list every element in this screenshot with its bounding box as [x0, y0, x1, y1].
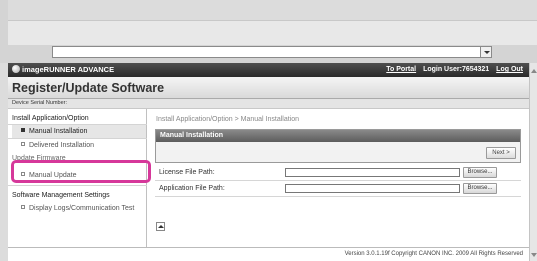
license-file-row: License File Path: Browse...: [155, 165, 521, 180]
sidebar-heading-software-management: Software Management Settings: [12, 192, 110, 199]
sidebar-heading-install: Install Application/Option: [12, 115, 89, 122]
application-browse-button[interactable]: Browse...: [463, 183, 497, 194]
brand: imageRUNNER ADVANCE: [12, 65, 114, 75]
browser-toolbar: [8, 0, 537, 20]
license-file-input[interactable]: [285, 168, 460, 177]
scroll-up-icon[interactable]: [531, 69, 537, 73]
page: imageRUNNER ADVANCE To Portal Login User…: [8, 63, 529, 261]
sidebar-item-label: Display Logs/Communication Test: [29, 205, 135, 212]
top-links: To Portal Login User:7654321 Log Out: [381, 65, 523, 75]
manual-installation-panel: Manual Installation Next >: [155, 129, 521, 163]
bullet-icon: [21, 142, 25, 146]
top-bar: imageRUNNER ADVANCE To Portal Login User…: [8, 63, 529, 77]
panel-title: Manual Installation: [156, 130, 520, 142]
left-gutter: [0, 63, 8, 261]
bullet-icon: [21, 205, 25, 209]
page-title: Register/Update Software: [12, 81, 165, 95]
serial-number-bar: Device Serial Number:: [8, 99, 529, 109]
address-bar[interactable]: [52, 46, 492, 58]
application-file-input[interactable]: [285, 184, 460, 193]
vertical-scrollbar[interactable]: [529, 63, 537, 261]
dropdown-arrow-icon[interactable]: [480, 47, 491, 57]
divider: [155, 196, 521, 197]
brand-logo-icon: [12, 65, 20, 73]
browser-tab-strip: [8, 20, 537, 45]
highlight-annotation: [11, 160, 151, 183]
to-portal-link[interactable]: To Portal: [386, 66, 416, 73]
sidebar-item-manual-installation[interactable]: Manual Installation: [12, 125, 146, 138]
next-button[interactable]: Next >: [486, 147, 516, 159]
sidebar-item-display-logs[interactable]: Display Logs/Communication Test: [12, 202, 146, 215]
login-user-label: Login User:7654321: [423, 66, 490, 73]
license-file-label: License File Path:: [159, 169, 215, 176]
browser-chrome: [0, 0, 537, 63]
divider: [8, 185, 147, 186]
sidebar-item-label: Delivered Installation: [29, 142, 94, 149]
main-content: Install Application/Option > Manual Inst…: [148, 109, 529, 247]
scroll-down-icon[interactable]: [531, 253, 537, 257]
brand-name: imageRUNNER ADVANCE: [22, 65, 115, 74]
logout-link[interactable]: Log Out: [496, 66, 523, 73]
breadcrumb: Install Application/Option > Manual Inst…: [156, 116, 300, 123]
sidebar-item-delivered-installation[interactable]: Delivered Installation: [12, 139, 146, 152]
footer: Version 3.0.1.19f Copyright CANON INC. 2…: [8, 247, 529, 261]
bullet-icon: [21, 128, 25, 132]
back-to-top-icon[interactable]: [156, 222, 165, 231]
application-file-label: Application File Path:: [159, 185, 225, 192]
sidebar-item-label: Manual Installation: [29, 128, 88, 135]
title-bar: Register/Update Software: [8, 77, 529, 99]
license-browse-button[interactable]: Browse...: [463, 167, 497, 178]
application-file-row: Application File Path: Browse...: [155, 181, 521, 196]
